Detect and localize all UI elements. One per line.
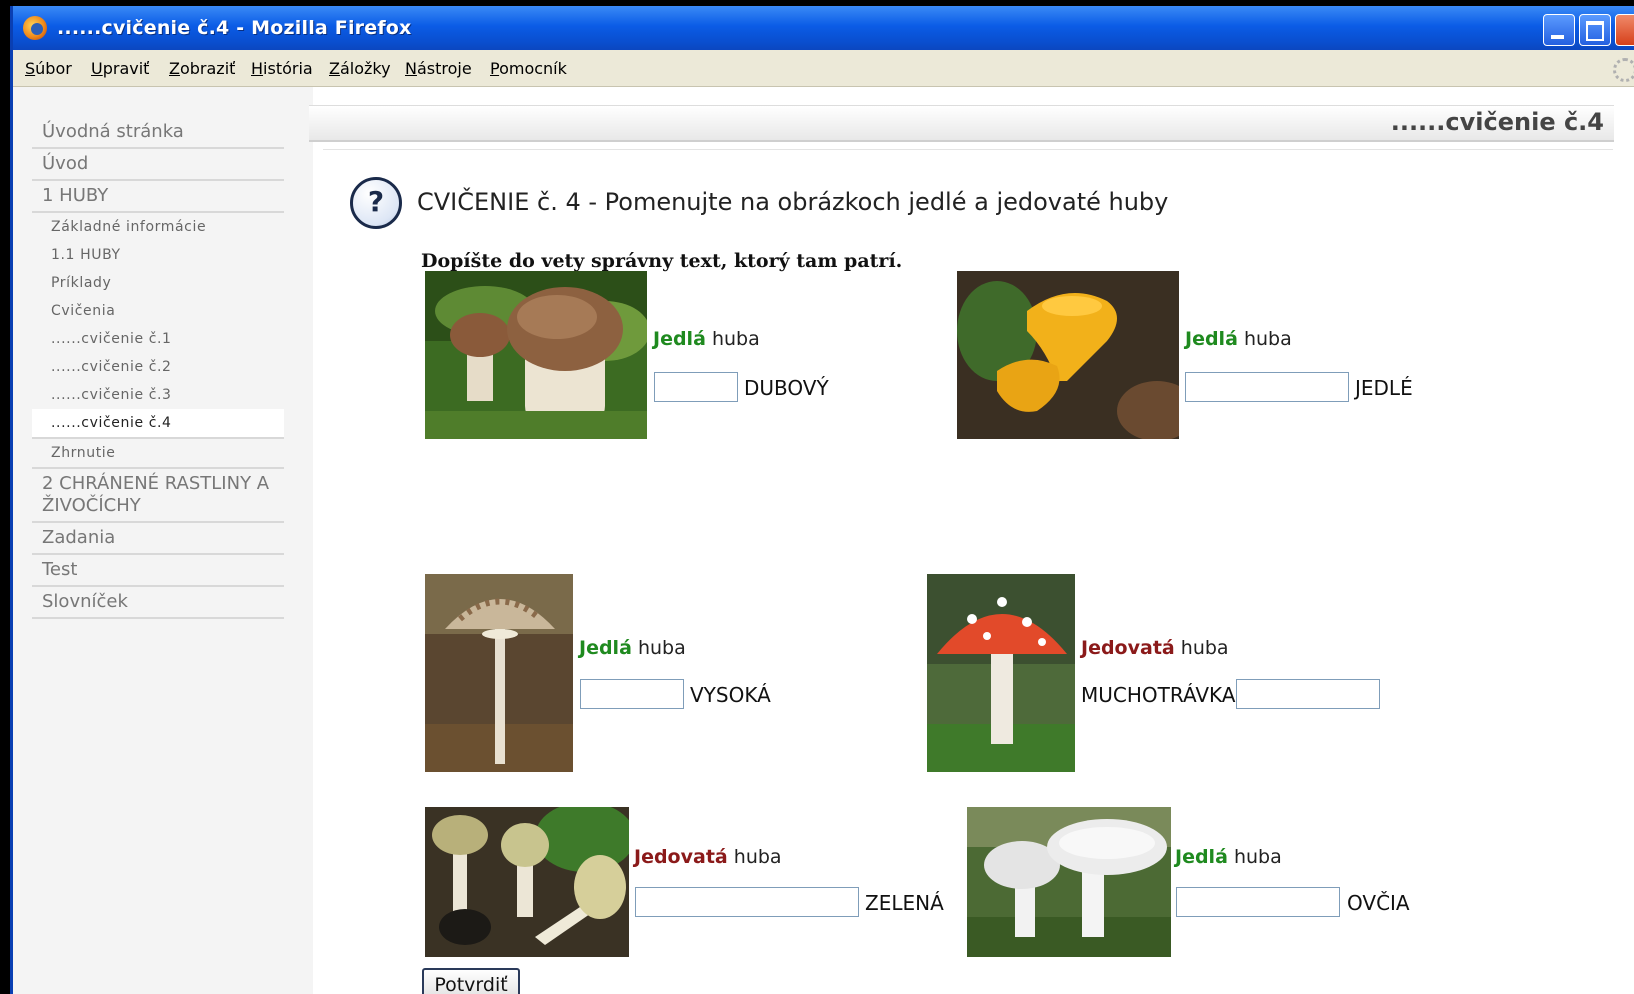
firefox-logo-icon xyxy=(23,16,47,40)
menu-file[interactable]: Súbor xyxy=(25,59,72,78)
sidebar-item-assignments[interactable]: Zadania xyxy=(32,523,284,555)
menu-view[interactable]: Zobraziť xyxy=(169,59,235,78)
sidebar-nav: Úvodná stránka Úvod 1 HUBY Základné info… xyxy=(32,117,284,619)
item-6-suffix: huba xyxy=(1233,846,1282,868)
sidebar-item-home[interactable]: Úvodná stránka xyxy=(32,117,284,149)
item-2-answer-input[interactable] xyxy=(1185,372,1349,402)
sheep-polypore-mushroom-image xyxy=(967,807,1171,957)
death-cap-mushroom-image xyxy=(425,807,629,957)
item-5-answer-input[interactable] xyxy=(635,887,859,917)
page-content: Úvodná stránka Úvod 1 HUBY Základné info… xyxy=(13,87,1634,994)
item-1-word: DUBOVÝ xyxy=(744,376,829,400)
item-6-label: Jedlá huba xyxy=(1175,846,1282,868)
item-1-label: Jedlá huba xyxy=(653,328,760,350)
exercise-panel: ? CVIČENIE č. 4 - Pomenujte na obrázkoch… xyxy=(323,149,1613,994)
maximize-button[interactable] xyxy=(1579,14,1611,46)
sidebar-item-exercise-2[interactable]: ......cvičenie č.2 xyxy=(32,353,284,381)
menu-help[interactable]: Pomocník xyxy=(490,59,567,78)
sidebar: Úvodná stránka Úvod 1 HUBY Základné info… xyxy=(13,87,313,994)
item-5-word: ZELENÁ xyxy=(865,891,944,915)
submit-button[interactable]: Potvrdiť xyxy=(422,968,520,994)
sidebar-item-test[interactable]: Test xyxy=(32,555,284,587)
item-3-suffix: huba xyxy=(637,637,686,659)
porcini-mushroom-image xyxy=(425,271,647,439)
browser-window: ......cvičenie č.4 - Mozilla Firefox Súb… xyxy=(10,6,1634,994)
menu-tools[interactable]: Nástroje xyxy=(405,59,472,78)
item-5-category: Jedovatá xyxy=(634,846,728,868)
item-3-answer-input[interactable] xyxy=(580,679,684,709)
sidebar-item-intro[interactable]: Úvod xyxy=(32,149,284,181)
item-2-word: JEDLÉ xyxy=(1355,376,1413,400)
menu-edit[interactable]: Upraviť xyxy=(91,59,149,78)
menu-history[interactable]: História xyxy=(251,59,313,78)
chanterelle-mushroom-image xyxy=(957,271,1179,439)
item-2-label: Jedlá huba xyxy=(1185,328,1292,350)
page-header: ......cvičenie č.4 xyxy=(309,105,1614,142)
item-6-answer-input[interactable] xyxy=(1176,887,1340,917)
item-1-category: Jedlá xyxy=(653,328,706,350)
item-4-word: MUCHOTRÁVKA xyxy=(1081,683,1236,707)
sidebar-item-glossary[interactable]: Slovníček xyxy=(32,587,284,619)
item-5-label: Jedovatá huba xyxy=(634,846,782,868)
item-4-suffix: huba xyxy=(1180,637,1229,659)
item-6-word: OVČIA xyxy=(1347,891,1410,915)
close-button[interactable] xyxy=(1615,14,1634,46)
item-2-category: Jedlá xyxy=(1185,328,1238,350)
item-4-category: Jedovatá xyxy=(1081,637,1175,659)
sidebar-item-examples[interactable]: Príklady xyxy=(32,269,284,297)
fly-agaric-mushroom-image xyxy=(927,574,1075,772)
parasol-mushroom-image xyxy=(425,574,573,772)
item-3-word: VYSOKÁ xyxy=(690,683,771,707)
sidebar-item-exercises[interactable]: Cvičenia xyxy=(32,297,284,325)
item-2-suffix: huba xyxy=(1243,328,1292,350)
sidebar-item-exercise-4[interactable]: ......cvičenie č.4 xyxy=(32,409,284,439)
loading-throbber-icon xyxy=(1613,58,1634,82)
window-title: ......cvičenie č.4 - Mozilla Firefox xyxy=(57,17,412,39)
item-1-suffix: huba xyxy=(711,328,760,350)
menu-bookmarks[interactable]: Záložky xyxy=(329,59,391,78)
item-4-answer-input[interactable] xyxy=(1236,679,1380,709)
sidebar-item-basic-info[interactable]: Základné informácie xyxy=(32,213,284,241)
sidebar-item-huby[interactable]: 1 HUBY xyxy=(32,181,284,213)
question-icon: ? xyxy=(350,177,402,229)
title-bar[interactable]: ......cvičenie č.4 - Mozilla Firefox xyxy=(13,6,1634,50)
exercise-title: CVIČENIE č. 4 - Pomenujte na obrázkoch j… xyxy=(417,188,1169,216)
minimize-button[interactable] xyxy=(1543,14,1575,46)
page-header-title: ......cvičenie č.4 xyxy=(1390,108,1604,136)
sidebar-item-summary[interactable]: Zhrnutie xyxy=(32,439,284,469)
exercise-instruction: Dopíšte do vety správny text, ktorý tam … xyxy=(421,250,903,272)
menu-bar: Súbor Upraviť Zobraziť História Záložky … xyxy=(13,50,1634,87)
item-1-answer-input[interactable] xyxy=(654,372,738,402)
item-6-category: Jedlá xyxy=(1175,846,1228,868)
sidebar-item-exercise-3[interactable]: ......cvičenie č.3 xyxy=(32,381,284,409)
item-4-label: Jedovatá huba xyxy=(1081,637,1229,659)
sidebar-item-protected[interactable]: 2 CHRÁNENÉ RASTLINY A ŽIVOČÍCHY xyxy=(32,469,284,523)
item-3-label: Jedlá huba xyxy=(579,637,686,659)
sidebar-item-exercise-1[interactable]: ......cvičenie č.1 xyxy=(32,325,284,353)
sidebar-item-1-1-huby[interactable]: 1.1 HUBY xyxy=(32,241,284,269)
item-5-suffix: huba xyxy=(733,846,782,868)
item-3-category: Jedlá xyxy=(579,637,632,659)
